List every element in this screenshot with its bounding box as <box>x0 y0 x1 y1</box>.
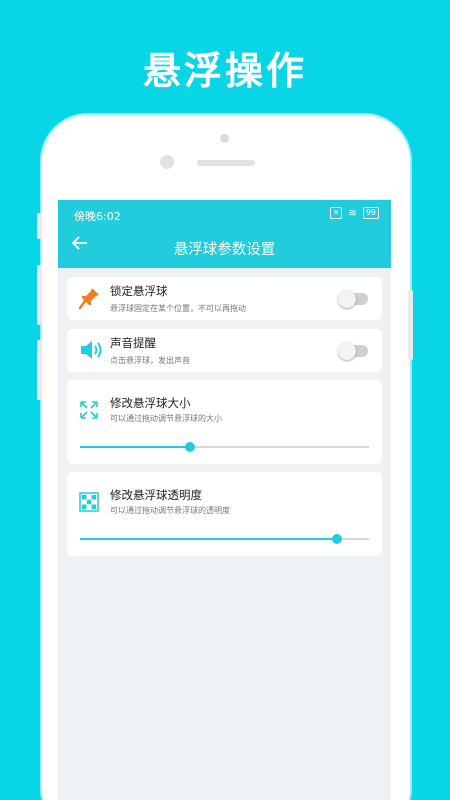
lock-toggle[interactable] <box>338 290 368 308</box>
setting-title: 声音提醒 <box>110 336 156 350</box>
earpiece-speaker <box>197 160 255 166</box>
setting-title: 修改悬浮球大小 <box>110 396 191 410</box>
sensor-dot <box>220 134 229 143</box>
slider-fill <box>80 538 338 540</box>
setting-sound-card: 声音提醒 点击悬浮球，发出声音 <box>67 329 382 372</box>
setting-lock-card: 锁定悬浮球 悬浮球固定在某个位置，不可以再拖动 <box>67 277 382 320</box>
status-icons: ✕ ≋ 99 <box>329 207 379 219</box>
pin-icon <box>78 286 101 314</box>
front-camera <box>160 155 174 169</box>
setting-desc: 可以通过拖动调节悬浮球的大小 <box>110 414 222 423</box>
transparency-icon <box>79 492 99 516</box>
slider-thumb[interactable] <box>332 534 343 544</box>
phone-volume-down <box>37 340 42 400</box>
toggle-knob <box>338 342 356 360</box>
setting-desc: 点击悬浮球，发出声音 <box>110 356 190 365</box>
phone-power-button <box>408 290 413 360</box>
size-slider[interactable] <box>80 442 369 452</box>
wifi-icon: ≋ <box>348 207 357 219</box>
setting-desc: 可以通过拖动调节悬浮球的透明度 <box>110 506 230 515</box>
opacity-slider[interactable] <box>80 534 369 544</box>
setting-title: 锁定悬浮球 <box>110 284 168 298</box>
setting-size-card: 修改悬浮球大小 可以通过拖动调节悬浮球的大小 <box>67 380 382 464</box>
battery-icon: 99 <box>362 207 379 219</box>
setting-opacity-card: 修改悬浮球透明度 可以通过拖动调节悬浮球的透明度 <box>67 472 382 556</box>
sim-icon: ✕ <box>329 207 343 219</box>
phone-side-button <box>37 213 42 239</box>
promo-title: 悬浮操作 <box>142 49 307 93</box>
setting-desc: 悬浮球固定在某个位置，不可以再拖动 <box>110 304 246 313</box>
sound-toggle[interactable] <box>338 342 368 360</box>
slider-thumb[interactable] <box>184 442 195 452</box>
setting-title: 修改悬浮球透明度 <box>110 488 202 502</box>
phone-volume-up <box>37 265 42 325</box>
app-screen: 傍晚6:02 ✕ ≋ 99 悬浮球参数设置 锁定悬浮球 悬浮球固定在某个位置，不… <box>58 200 391 800</box>
page-title: 悬浮球参数设置 <box>173 242 276 258</box>
speaker-icon <box>79 339 103 365</box>
status-time: 傍晚6:02 <box>74 210 121 223</box>
app-bar: 傍晚6:02 ✕ ≋ 99 悬浮球参数设置 <box>58 200 391 268</box>
slider-fill <box>80 446 190 448</box>
toggle-knob <box>338 290 356 308</box>
resize-icon <box>79 400 99 424</box>
